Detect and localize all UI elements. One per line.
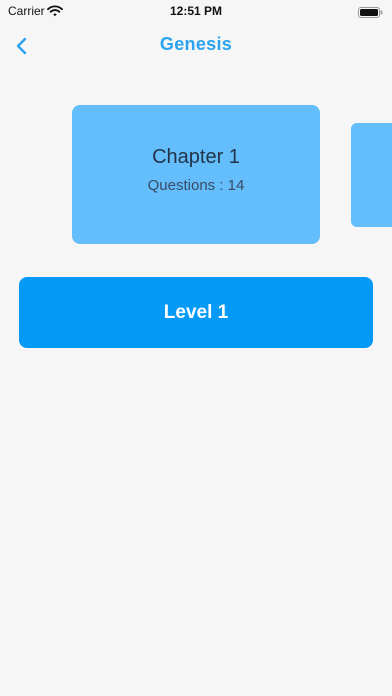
level-button[interactable]: Level 1 (19, 277, 373, 348)
status-bar: Carrier 12:51 PM (0, 0, 392, 22)
chapter-question-count: Questions : 14 (147, 177, 245, 194)
page-title: Genesis (159, 34, 233, 54)
level-button-label: Level 1 (163, 301, 229, 323)
nav-bar: Genesis (0, 26, 392, 66)
screen: Carrier 12:51 PM Genesis Chapter 1 Quest… (0, 0, 392, 696)
chapter-card[interactable]: Chapter 1 Questions : 14 (72, 105, 320, 244)
battery-icon (358, 5, 383, 18)
chapter-title: Chapter 1 (152, 146, 240, 168)
next-chapter-card[interactable] (351, 123, 392, 227)
status-time: 12:51 PM (169, 4, 223, 18)
